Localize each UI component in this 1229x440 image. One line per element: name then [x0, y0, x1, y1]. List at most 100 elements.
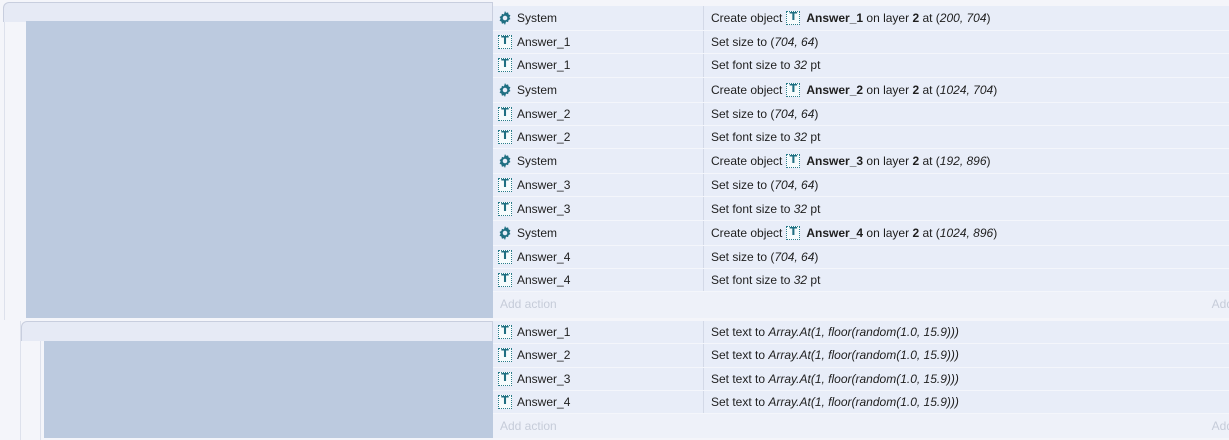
action-row[interactable]: Answer_4 Set font size to 32 pt — [493, 269, 1229, 293]
action-description[interactable]: Set size to (704, 64) — [704, 107, 818, 121]
action-object-cell[interactable]: Answer_1 — [493, 54, 704, 77]
conditions-panel[interactable] — [44, 341, 493, 438]
action-object-cell[interactable]: Answer_3 — [493, 367, 704, 390]
text-object-icon — [498, 249, 512, 264]
add-action-button[interactable]: Add action Add — [493, 414, 1229, 438]
text-object-icon — [498, 394, 512, 410]
action-row[interactable]: Answer_2 Set text to Array.At(1, floor(ra… — [493, 344, 1229, 368]
action-text: on layer — [863, 11, 913, 25]
action-object-cell[interactable]: Answer_2 — [493, 102, 704, 125]
action-text: ) — [814, 106, 819, 121]
action-text: Create object — [711, 154, 783, 169]
action-object-cell[interactable]: System — [493, 220, 704, 245]
action-param-value: 32 — [793, 201, 808, 216]
action-description[interactable]: Set text to Array.At(1, floor(random(1.0… — [704, 325, 959, 339]
action-object-cell[interactable]: Answer_1 — [493, 31, 704, 54]
action-description[interactable]: Create object Answer_3 on layer 2 at (192… — [704, 153, 991, 169]
action-param-value: 200, 704 — [939, 11, 987, 25]
action-row[interactable]: Answer_4 Set text to Array.At(1, floor(ra… — [493, 390, 1229, 415]
action-object-name: System — [517, 11, 558, 25]
action-object-cell[interactable]: Answer_3 — [493, 197, 704, 220]
add-action-label[interactable]: Add action — [500, 297, 557, 311]
event-indent-line — [40, 341, 41, 440]
action-object-cell[interactable]: Answer_3 — [493, 174, 704, 197]
action-param-bold: Answer_3 — [806, 154, 864, 169]
event-header[interactable] — [21, 321, 493, 341]
action-object-cell[interactable]: System — [493, 6, 704, 30]
action-row[interactable]: Answer_1 Set font size to 32 pt — [493, 54, 1229, 78]
conditions-panel[interactable] — [26, 21, 493, 318]
action-param-bold: 2 — [912, 11, 920, 25]
add-action-label-right[interactable]: Add — [1212, 419, 1229, 433]
action-object-cell[interactable]: Answer_1 — [493, 321, 704, 344]
text-object-icon — [786, 10, 801, 25]
action-object-name: Answer_3 — [517, 178, 571, 193]
action-row[interactable]: Answer_3 Set font size to 32 pt — [493, 197, 1229, 221]
action-param-value: Array.At(1, floor(random(1.0, 15.9))) — [768, 395, 959, 410]
action-text: Create object — [711, 225, 783, 240]
text-object-icon — [498, 272, 512, 288]
action-row[interactable]: Answer_3 Set text to Array.At(1, floor(ra… — [493, 367, 1229, 391]
action-param-bold: 2 — [912, 82, 920, 97]
text-object-icon — [786, 153, 801, 169]
action-object-cell[interactable]: Answer_4 — [493, 245, 704, 269]
action-row[interactable]: System Create object Answer_4 on layer 2 a… — [493, 220, 1229, 246]
action-description[interactable]: Set text to Array.At(1, floor(random(1.0… — [704, 348, 959, 362]
action-description[interactable]: Set font size to 32 pt — [704, 202, 820, 216]
action-text: at ( — [919, 225, 940, 240]
action-text: Set size to ( — [711, 178, 775, 193]
add-action-label-right[interactable]: Add — [1212, 297, 1229, 311]
action-description[interactable]: Set text to Array.At(1, floor(random(1.0… — [704, 372, 959, 386]
action-text: pt — [807, 130, 821, 145]
add-action-label[interactable]: Add action — [500, 419, 557, 433]
action-row[interactable]: System Create object Answer_1 on layer 2 a… — [493, 6, 1229, 31]
action-text: Create object — [711, 82, 783, 97]
action-row[interactable]: Answer_2 Set size to (704, 64) — [493, 102, 1229, 126]
action-description[interactable]: Create object Answer_1 on layer 2 at (200… — [704, 10, 991, 25]
action-text: Create object — [711, 11, 783, 25]
action-object-name: Answer_1 — [517, 325, 571, 340]
action-param-value: 1024, 704 — [939, 82, 994, 97]
action-object-cell[interactable]: Answer_4 — [493, 269, 704, 292]
event-block-2: Answer_1 Set text to Array.At(1, floor(ra… — [0, 321, 1229, 440]
action-object-cell[interactable]: Answer_2 — [493, 125, 704, 149]
add-action-button[interactable]: Add action Add — [493, 292, 1229, 316]
action-row[interactable]: System Create object Answer_2 on layer 2 a… — [493, 77, 1229, 103]
action-description[interactable]: Set text to Array.At(1, floor(random(1.0… — [704, 395, 959, 409]
action-description[interactable]: Set size to (704, 64) — [704, 35, 818, 49]
action-row[interactable]: Answer_4 Set size to (704, 64) — [493, 245, 1229, 270]
action-row[interactable]: Answer_1 Set size to (704, 64) — [493, 31, 1229, 55]
action-description[interactable]: Create object Answer_2 on layer 2 at (102… — [704, 82, 997, 97]
action-description[interactable]: Create object Answer_4 on layer 2 at (102… — [704, 225, 997, 240]
action-row[interactable]: System Create object Answer_3 on layer 2 a… — [493, 149, 1229, 175]
action-text: ) — [814, 35, 819, 50]
action-description[interactable]: Set size to (704, 64) — [704, 178, 818, 192]
action-param-value: Array.At(1, floor(random(1.0, 15.9))) — [768, 371, 959, 386]
action-text: Set font size to — [711, 130, 794, 145]
action-param-bold: Answer_2 — [806, 82, 864, 97]
action-object-cell[interactable]: Answer_4 — [493, 390, 704, 414]
action-list: Answer_1 Set text to Array.At(1, floor(ra… — [493, 321, 1229, 415]
action-list: System Create object Answer_1 on layer 2 a… — [493, 6, 1229, 293]
action-text: Set text to — [711, 371, 769, 386]
action-row[interactable]: Answer_3 Set size to (704, 64) — [493, 174, 1229, 198]
action-text: Set text to — [711, 348, 769, 363]
action-text: ) — [986, 154, 991, 169]
action-row[interactable]: Answer_1 Set text to Array.At(1, floor(ra… — [493, 321, 1229, 345]
action-object-cell[interactable]: System — [493, 149, 704, 174]
action-param-bold: Answer_4 — [806, 225, 864, 240]
action-text: Set size to ( — [711, 106, 775, 121]
action-param-bold: Answer_1 — [806, 11, 864, 25]
actions-panel: Answer_1 Set text to Array.At(1, floor(ra… — [493, 321, 1229, 438]
action-param-value: 32 — [793, 130, 808, 145]
action-object-cell[interactable]: Answer_2 — [493, 344, 704, 367]
action-description[interactable]: Set font size to 32 pt — [704, 58, 820, 72]
action-param-bold: 2 — [912, 154, 920, 169]
action-description[interactable]: Set font size to 32 pt — [704, 130, 820, 144]
action-object-cell[interactable]: System — [493, 77, 704, 102]
action-description[interactable]: Set font size to 32 pt — [704, 273, 820, 287]
action-row[interactable]: Answer_2 Set font size to 32 pt — [493, 125, 1229, 150]
action-description[interactable]: Set size to (704, 64) — [704, 250, 818, 264]
event-header[interactable] — [3, 2, 493, 22]
action-param-bold: 2 — [912, 225, 920, 240]
